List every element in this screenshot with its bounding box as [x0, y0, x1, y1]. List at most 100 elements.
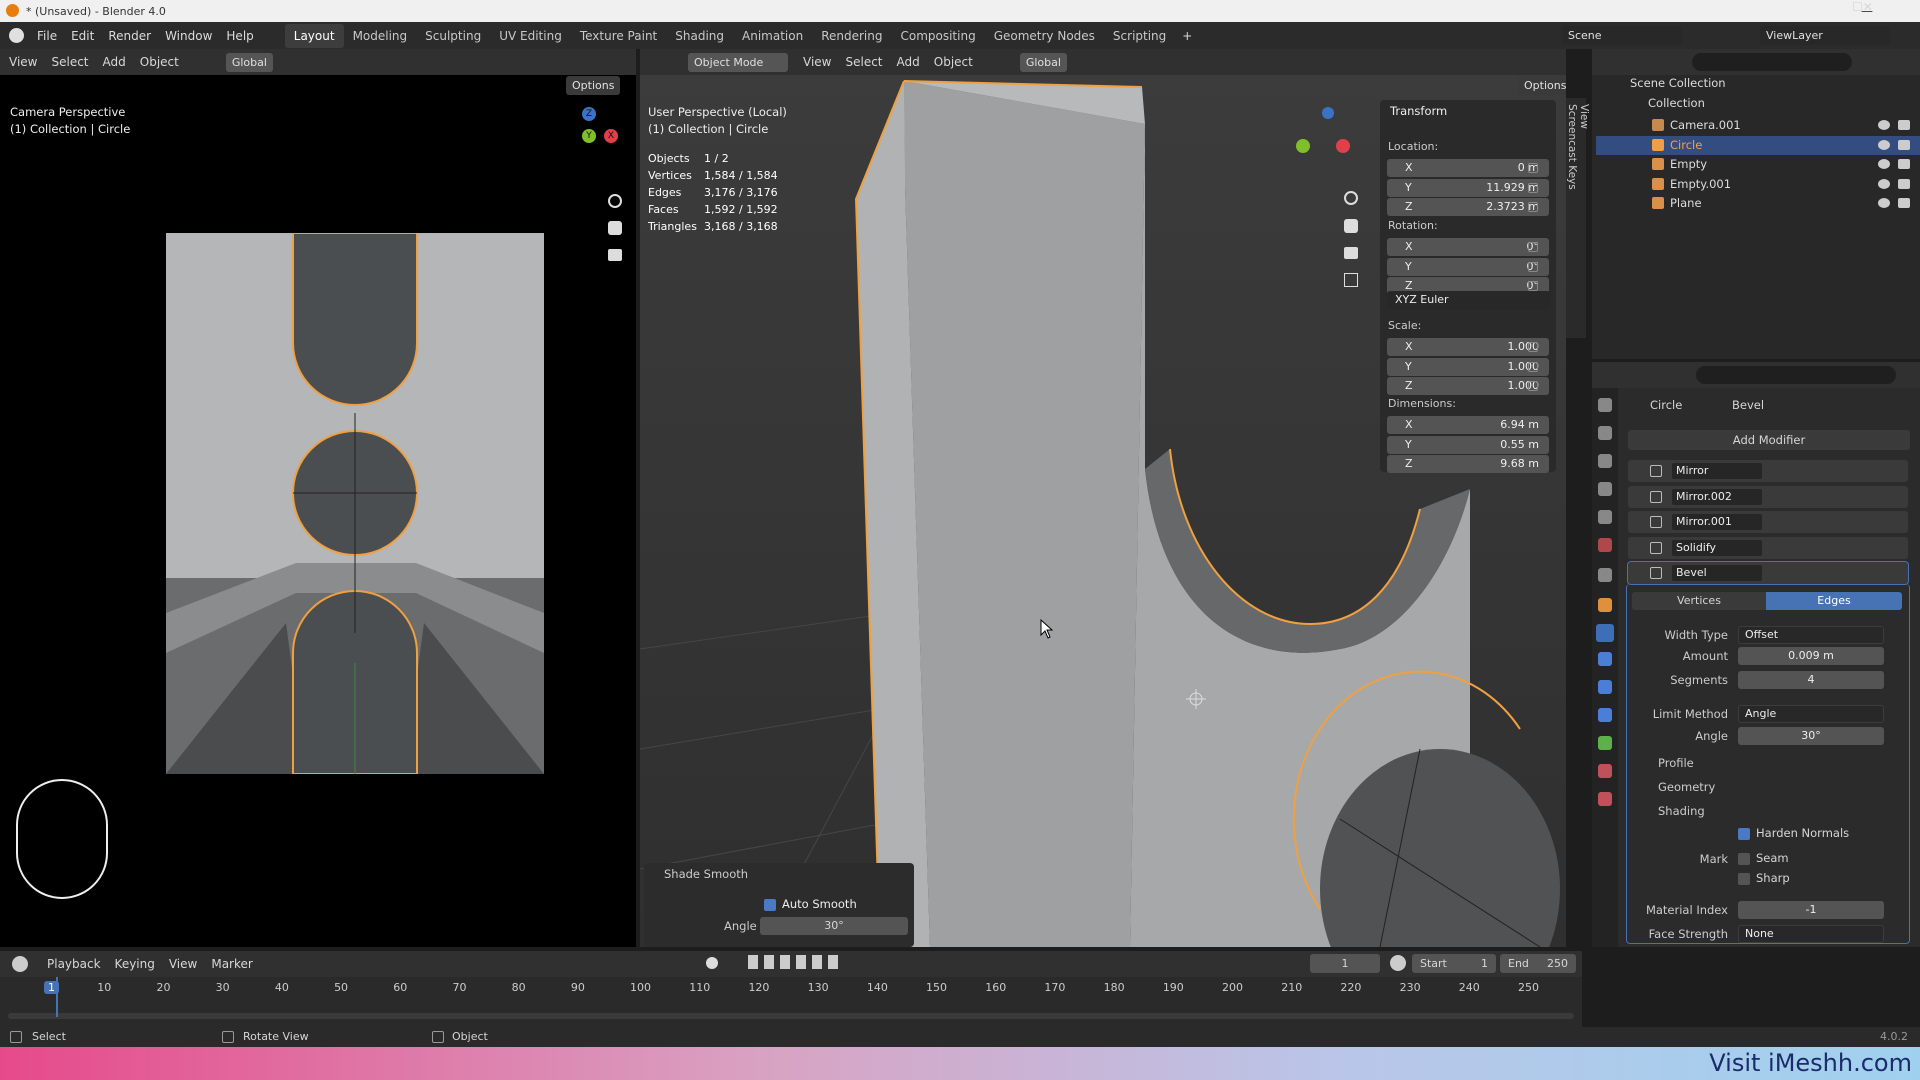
timeline-menu-view[interactable]: View	[162, 957, 204, 971]
lock-icon[interactable]	[1528, 281, 1538, 291]
camera-viewport[interactable]: View Select Add Object Global Options Camer…	[0, 49, 636, 947]
properties-search-input[interactable]	[1696, 366, 1896, 384]
eye-icon[interactable]	[1878, 120, 1890, 130]
stopwatch-icon[interactable]	[1390, 955, 1406, 971]
camera-visibility-icon[interactable]	[1898, 178, 1910, 189]
main-gizmo-z-icon[interactable]	[1322, 107, 1334, 119]
maximize-button[interactable]: ☐	[1852, 0, 1863, 22]
view-layer-selector[interactable]: ViewLayer	[1760, 26, 1890, 45]
outliner-search-input[interactable]	[1692, 53, 1852, 71]
eye-icon[interactable]	[1878, 198, 1890, 208]
bevel-angle-field[interactable]: 30°	[1738, 727, 1884, 745]
outliner-collection[interactable]: Collection	[1648, 96, 1920, 115]
eye-icon[interactable]	[1878, 139, 1890, 150]
dimensions-y-field[interactable]: Y 0.55 m	[1387, 435, 1549, 454]
bevel-shading-subpanel[interactable]: Shading	[1658, 804, 1705, 818]
main-menu-view[interactable]: View	[796, 55, 838, 69]
bevel-tab-edges[interactable]: Edges	[1766, 592, 1902, 610]
camera-visibility-icon[interactable]	[1898, 139, 1910, 150]
output-tab-icon[interactable]	[1598, 454, 1612, 468]
modifier-name-field[interactable]: Solidify	[1672, 539, 1762, 556]
main-gizmo-x-icon[interactable]	[1336, 139, 1350, 153]
outliner-item[interactable]: Empty.001	[1596, 175, 1920, 194]
main-orientation-dropdown[interactable]: Global	[1019, 52, 1067, 72]
timeline-menu-playback[interactable]: Playback	[40, 957, 108, 971]
gizmo-z-icon[interactable]: Z	[582, 107, 596, 121]
scene-tab-icon[interactable]	[1598, 510, 1612, 524]
bevel-profile-subpanel[interactable]: Profile	[1658, 756, 1694, 770]
add-workspace-button[interactable]: +	[1175, 29, 1199, 43]
transform-title[interactable]: Transform	[1390, 104, 1447, 118]
menu-file[interactable]: File	[30, 29, 64, 43]
world-tab-icon[interactable]	[1598, 538, 1612, 552]
main-grid-icon[interactable]	[1344, 273, 1358, 287]
modifier-mirror-001[interactable]: Mirror.001	[1628, 511, 1908, 533]
menu-edit[interactable]: Edit	[64, 29, 101, 43]
sidebar-tab-view[interactable]: View	[1578, 98, 1590, 196]
lock-icon[interactable]	[1528, 342, 1538, 352]
lock-icon[interactable]	[1528, 242, 1538, 252]
modifier-name-field[interactable]: Mirror.001	[1672, 514, 1762, 530]
outliner-item[interactable]: Empty	[1596, 155, 1920, 174]
workspace-tab-texture-paint[interactable]: Texture Paint	[571, 24, 666, 48]
left-menu-add[interactable]: Add	[96, 55, 133, 69]
lock-icon[interactable]	[1528, 202, 1538, 212]
menu-render[interactable]: Render	[101, 29, 158, 43]
collection-tab-icon[interactable]	[1598, 568, 1612, 582]
timeline-menu-marker[interactable]: Marker	[204, 957, 259, 971]
workspace-tab-scripting[interactable]: Scripting	[1104, 24, 1175, 48]
main-menu-select[interactable]: Select	[838, 55, 889, 69]
left-navigation-gizmo[interactable]: Z Y X	[560, 107, 620, 167]
modifier-name-field[interactable]: Mirror	[1672, 463, 1762, 479]
material-tab-icon[interactable]	[1598, 764, 1612, 778]
sidebar-tab-screencast-keys[interactable]: Screencast Keys	[1566, 98, 1578, 196]
workspace-tab-layout[interactable]: Layout	[284, 23, 344, 48]
modifier-bevel[interactable]: Bevel	[1627, 561, 1909, 585]
rotation-mode-dropdown[interactable]: XYZ Euler	[1387, 291, 1551, 309]
end-frame-field[interactable]: End 250	[1500, 954, 1576, 973]
start-frame-field[interactable]: Start 1	[1412, 954, 1496, 973]
bevel-tab-vertices[interactable]: Vertices	[1632, 592, 1766, 610]
left-options-button[interactable]: Options	[566, 76, 621, 95]
seam-checkbox[interactable]	[1738, 853, 1750, 865]
blender-menu-icon[interactable]	[9, 28, 24, 43]
camera-visibility-icon[interactable]	[1898, 159, 1910, 169]
modifier-solidify[interactable]: Solidify	[1628, 536, 1908, 559]
lock-icon[interactable]	[1528, 182, 1538, 193]
play-icon[interactable]	[796, 955, 806, 969]
gizmo-x-icon[interactable]: X	[604, 129, 618, 143]
play-reverse-icon[interactable]	[780, 955, 790, 969]
left-menu-select[interactable]: Select	[44, 55, 95, 69]
location-x-field[interactable]: X0 m	[1387, 159, 1549, 177]
bevel-amount-field[interactable]: 0.009 m	[1738, 647, 1884, 665]
current-frame-field[interactable]: 1	[1310, 954, 1380, 973]
main-pan-hand-icon[interactable]	[1344, 219, 1358, 233]
menu-window[interactable]: Window	[158, 29, 219, 43]
left-orientation-dropdown[interactable]: Global	[225, 52, 273, 72]
modifier-mirror[interactable]: Mirror	[1628, 460, 1908, 482]
menu-help[interactable]: Help	[219, 29, 260, 43]
main-zoom-icon[interactable]	[1344, 191, 1358, 205]
location-z-field[interactable]: Z 2.3723 m	[1387, 198, 1549, 216]
prev-keyframe-icon[interactable]	[764, 955, 774, 969]
modifier-name-field[interactable]: Bevel	[1672, 565, 1762, 581]
timeline-scrollbar[interactable]	[8, 1013, 1574, 1019]
workspace-tab-compositing[interactable]: Compositing	[891, 24, 984, 48]
view-layer-tab-icon[interactable]	[1598, 482, 1612, 496]
main-menu-add[interactable]: Add	[890, 55, 927, 69]
lock-icon[interactable]	[1528, 261, 1538, 272]
workspace-tab-uv-editing[interactable]: UV Editing	[490, 24, 571, 48]
lock-icon[interactable]	[1528, 163, 1538, 173]
rotation-y-field[interactable]: Y 0°	[1387, 257, 1549, 276]
close-button[interactable]: ✕	[1863, 0, 1873, 22]
workspace-tab-modeling[interactable]: Modeling	[344, 24, 417, 48]
tool-tab-icon[interactable]	[1598, 398, 1612, 412]
mode-dropdown[interactable]: Object Mode	[688, 52, 788, 72]
outliner-item[interactable]: Plane	[1596, 194, 1920, 213]
eye-icon[interactable]	[1878, 178, 1890, 189]
main-navigation-gizmo[interactable]	[1296, 107, 1356, 177]
bevel-geometry-subpanel[interactable]: Geometry	[1658, 780, 1715, 794]
bevel-mat-index-field[interactable]: -1	[1738, 901, 1884, 919]
main-menu-object[interactable]: Object	[927, 55, 980, 69]
timeline-menu-keying[interactable]: Keying	[108, 957, 162, 971]
